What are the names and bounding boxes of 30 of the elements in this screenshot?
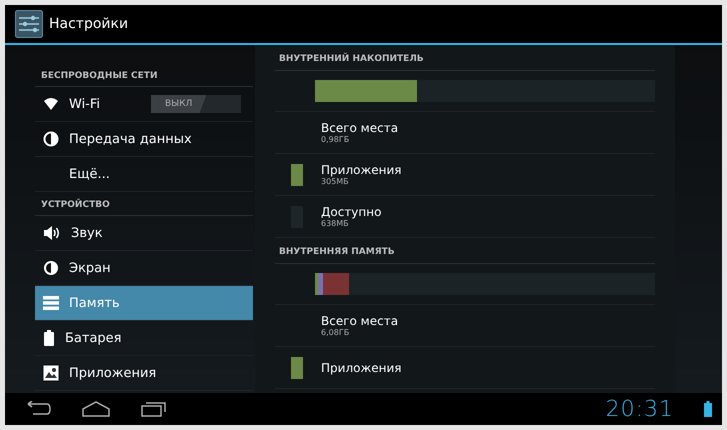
home-icon[interactable] [81, 401, 111, 417]
pie-chart-icon [43, 131, 59, 147]
storage-row[interactable]: Всего места 6,08ГБ [275, 305, 655, 347]
settings-item[interactable]: Wi-Fi ВЫКЛ [35, 87, 253, 122]
storage-row[interactable]: Приложения [275, 347, 655, 389]
wifi-icon [43, 97, 59, 111]
settings-item[interactable]: Передача данных [35, 122, 253, 157]
storage-row[interactable]: Приложения 305МБ [275, 154, 655, 196]
settings-item[interactable]: Звук [35, 216, 253, 251]
section-header: УСТРОЙСТВО [35, 192, 253, 216]
settings-item[interactable]: Батарея [35, 321, 253, 356]
battery-icon [704, 401, 712, 417]
speaker-icon [43, 225, 61, 241]
recent-apps-icon[interactable] [141, 401, 167, 417]
battery-icon [43, 330, 55, 346]
settings-item[interactable]: Память [35, 286, 253, 321]
picture-icon [43, 365, 59, 381]
brightness-icon [43, 260, 59, 276]
list-icon [43, 296, 59, 310]
section-header: ВНУТРЕННЯЯ ПАМЯТЬ [275, 238, 655, 264]
settings-sliders-icon[interactable] [15, 10, 43, 38]
clock: 20:31 [606, 396, 674, 422]
storage-row[interactable]: Всего места 0,98ГБ [275, 112, 655, 154]
screen-title: Настройки [49, 16, 128, 32]
settings-item[interactable]: Ещё... [35, 157, 253, 192]
section-header: БЕСПРОВОДНЫЕ СЕТИ [35, 63, 253, 87]
wifi-switch[interactable]: ВЫКЛ [151, 95, 241, 113]
section-header: ВНУТРЕННИЙ НАКОПИТЕЛЬ [275, 45, 655, 71]
settings-item[interactable]: Приложения [35, 356, 253, 391]
storage-row[interactable]: Доступно 638МБ [275, 196, 655, 238]
